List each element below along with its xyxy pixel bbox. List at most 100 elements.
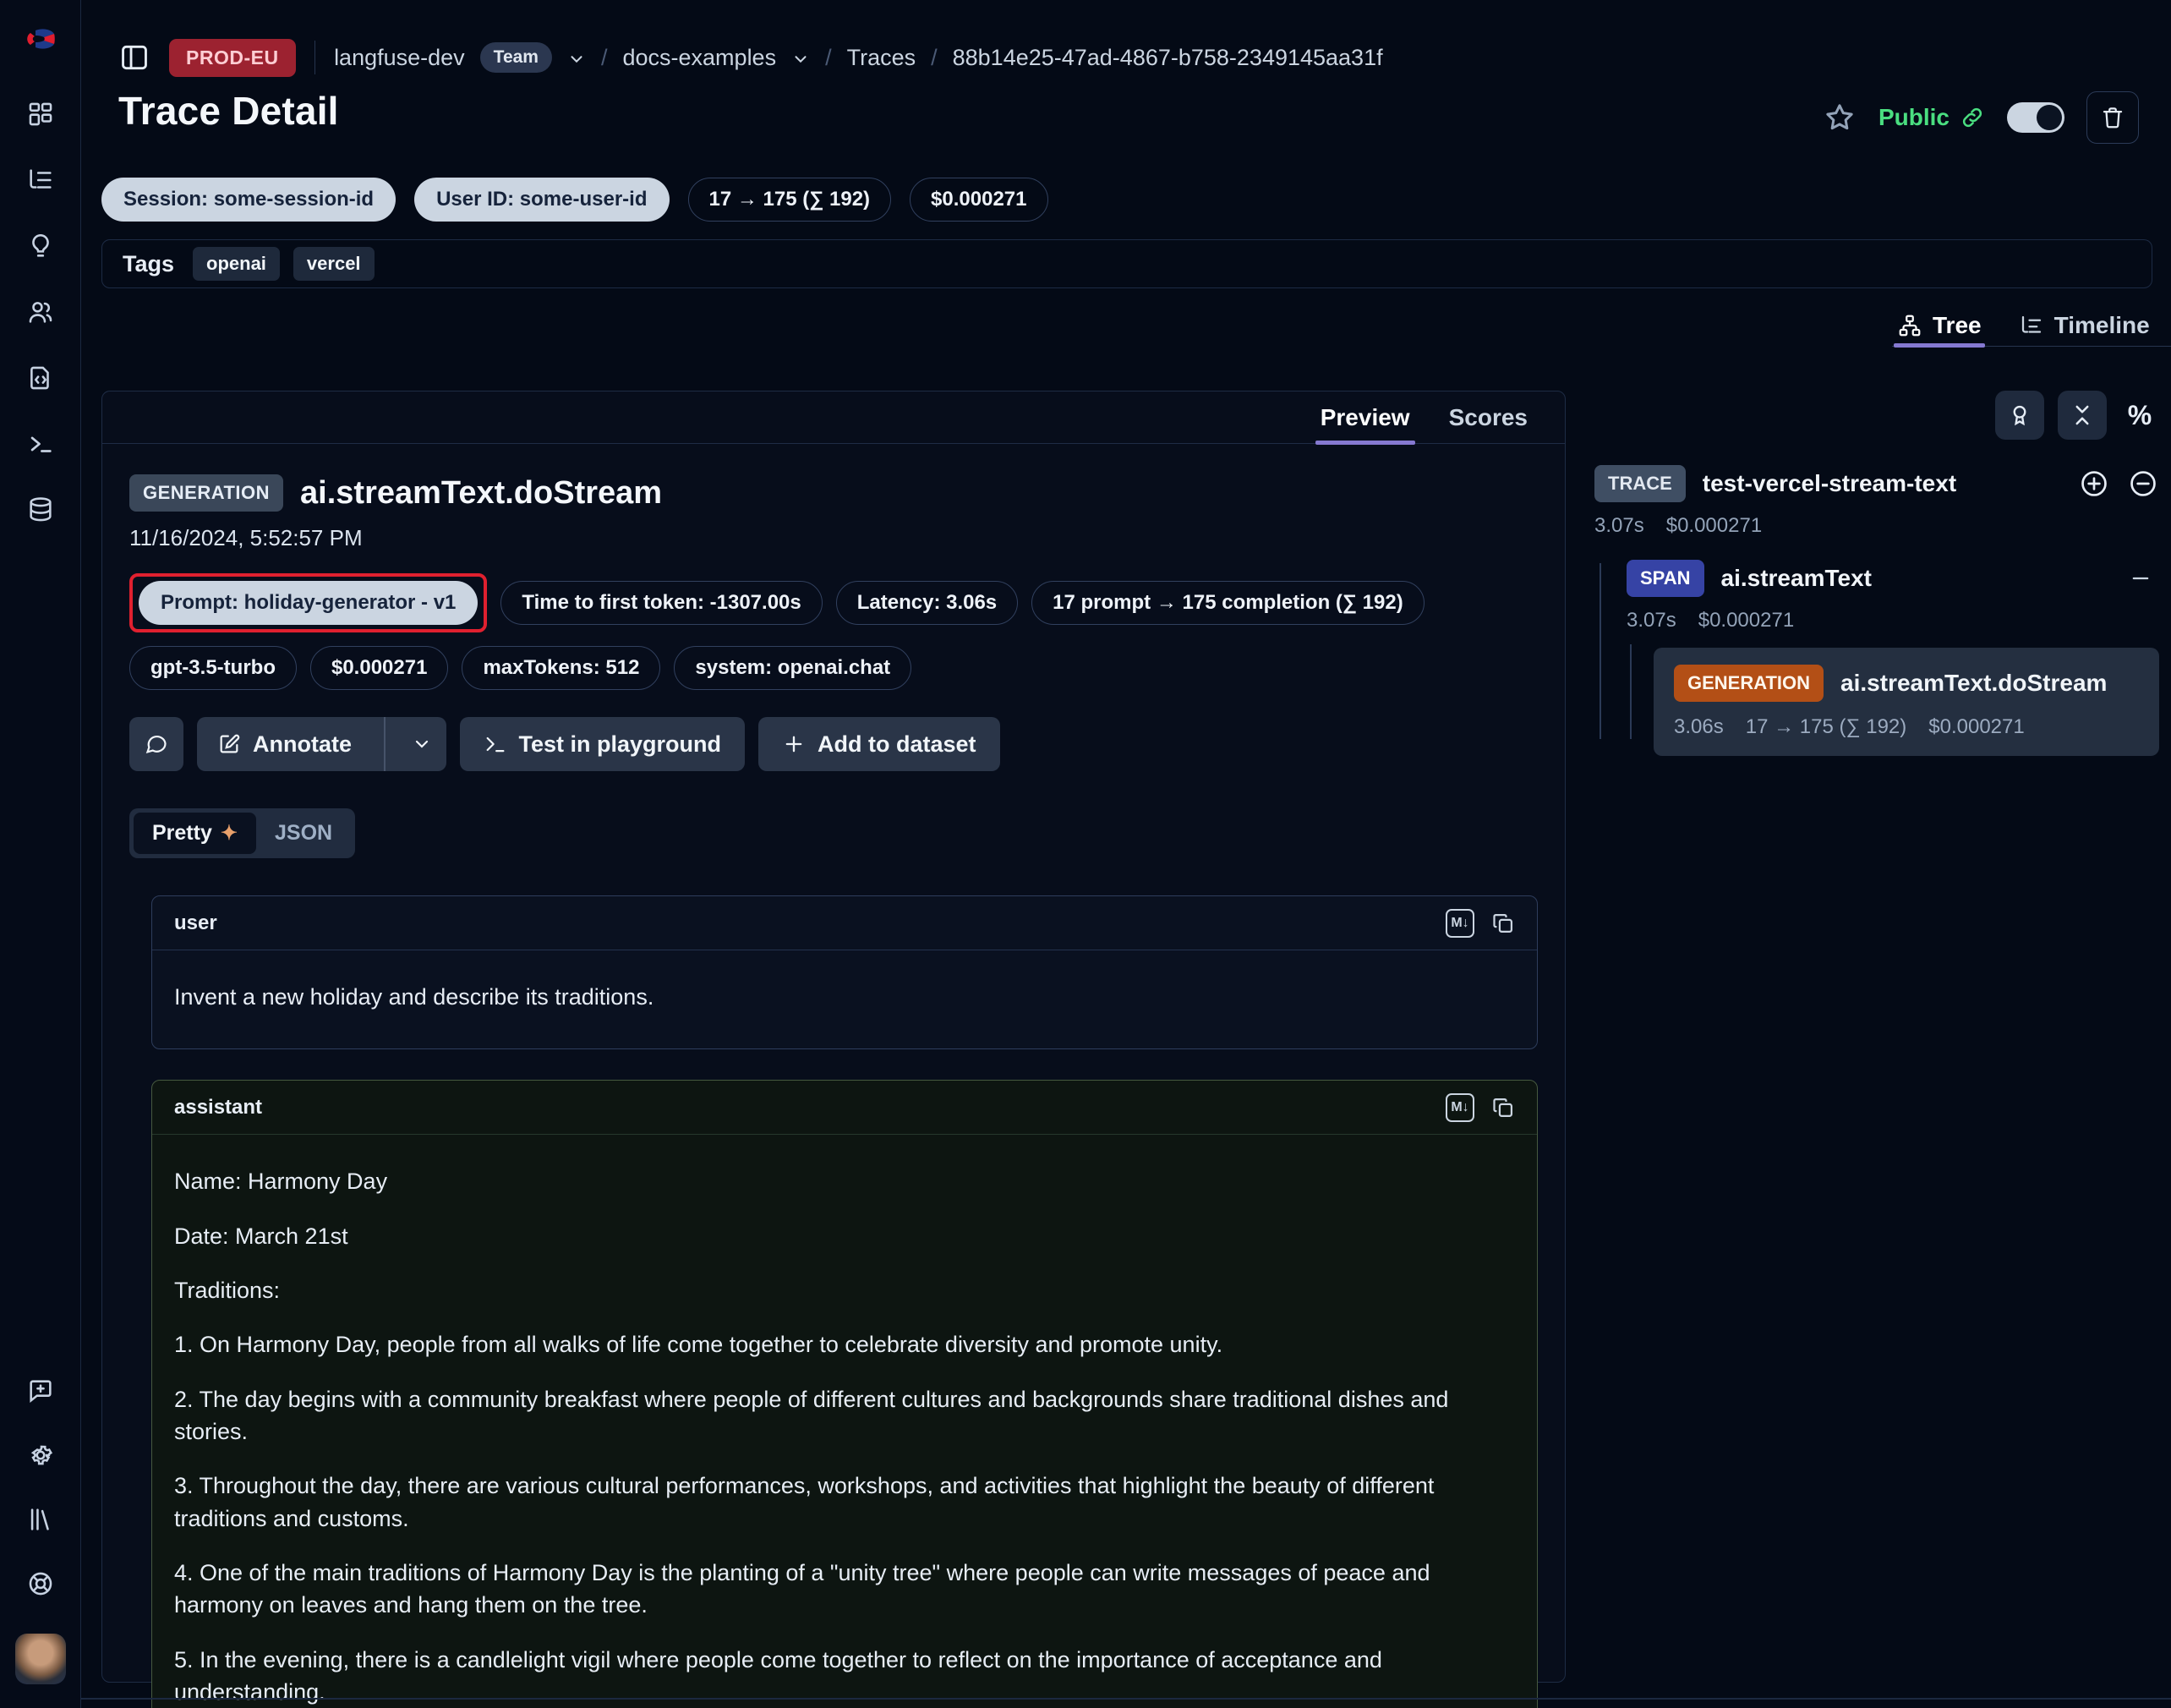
latency-badge: Latency: 3.06s: [836, 581, 1018, 625]
tab-timeline-label: Timeline: [2054, 312, 2150, 339]
annotate-dropdown[interactable]: [397, 717, 446, 771]
tags-label: Tags: [123, 251, 174, 277]
trace-latency: 3.07s: [1594, 514, 1644, 538]
chevron-down-icon[interactable]: [791, 48, 810, 67]
sidebar-toggle-icon[interactable]: [118, 41, 150, 74]
button-divider: [384, 717, 386, 771]
span-name: ai.streamText: [1721, 565, 1872, 592]
system-badge: system: openai.chat: [674, 646, 911, 690]
annotate-icon: [217, 732, 241, 756]
prompt-completion-tokens-badge: 17 prompt → 175 completion (∑ 192): [1031, 581, 1425, 625]
user-message-card: user M↓ Invent a new holiday and describ…: [151, 895, 1538, 1049]
span-type-badge: SPAN: [1627, 560, 1704, 597]
span-node[interactable]: SPAN ai.streamText: [1627, 560, 2159, 597]
tab-preview[interactable]: Preview: [1321, 391, 1410, 443]
markdown-toggle-icon[interactable]: M↓: [1446, 1093, 1474, 1122]
pretty-label: Pretty: [152, 821, 212, 846]
generation-tokens: 17 → 175 (∑ 192): [1746, 715, 1907, 739]
observation-name: ai.streamText.doStream: [300, 475, 662, 512]
tracing-icon[interactable]: [26, 166, 55, 194]
playground-icon[interactable]: [26, 430, 55, 458]
terminal-icon: [484, 732, 507, 756]
comment-button[interactable]: [129, 717, 183, 771]
percent-metrics-icon[interactable]: %: [2120, 391, 2159, 440]
public-toggle[interactable]: [2007, 102, 2064, 133]
view-mode-tabs: Tree Timeline: [1892, 304, 2171, 347]
observation-preview-card: Preview Scores GENERATION ai.streamText.…: [101, 391, 1566, 1683]
tab-timeline[interactable]: Timeline: [2019, 304, 2150, 346]
assistant-paragraph: Date: March 21st: [174, 1220, 1515, 1252]
library-icon[interactable]: [26, 1505, 55, 1534]
assistant-paragraph: Name: Harmony Day: [174, 1165, 1515, 1197]
breadcrumb-project[interactable]: docs-examples: [623, 45, 777, 71]
dashboard-icon[interactable]: [26, 100, 55, 129]
format-pretty[interactable]: Pretty ✦: [134, 813, 256, 854]
cost-badge: $0.000271: [910, 178, 1047, 222]
tag-vercel[interactable]: vercel: [293, 247, 375, 281]
trace-name[interactable]: test-vercel-stream-text: [1703, 470, 1956, 497]
sparkles-icon: ✦: [221, 821, 238, 846]
span-cost: $0.000271: [1698, 609, 1794, 632]
format-toggle: Pretty ✦ JSON: [129, 808, 355, 858]
assistant-paragraph: 2. The day begins with a community break…: [174, 1383, 1515, 1448]
lightbulb-icon[interactable]: [26, 232, 55, 260]
collapse-all-icon[interactable]: [2058, 391, 2107, 440]
token-usage-badge: 17 → 175 (∑ 192): [688, 178, 892, 222]
tags-bar: Tags openai vercel: [101, 239, 2152, 288]
collapse-span-icon[interactable]: [2129, 567, 2152, 590]
support-icon[interactable]: [26, 1569, 55, 1598]
generation-latency: 3.06s: [1674, 715, 1724, 739]
star-icon[interactable]: [1823, 101, 1857, 134]
environment-badge[interactable]: PROD-EU: [169, 39, 296, 77]
breadcrumb-divider: /: [825, 45, 832, 71]
session-badge[interactable]: Session: some-session-id: [101, 178, 396, 222]
breadcrumb-divider: /: [601, 45, 608, 71]
users-icon[interactable]: [26, 298, 55, 326]
breadcrumb-traces[interactable]: Traces: [847, 45, 916, 71]
expand-all-icon[interactable]: [2078, 468, 2110, 500]
add-to-dataset-button[interactable]: Add to dataset: [758, 717, 1000, 771]
public-share-link[interactable]: Public: [1878, 104, 1985, 131]
user-id-badge[interactable]: User ID: some-user-id: [414, 178, 669, 222]
annotate-queue-icon[interactable]: [1995, 391, 2044, 440]
user-message-content: Invent a new holiday and describe its tr…: [174, 981, 1515, 1013]
message-role: user: [174, 911, 217, 935]
format-json[interactable]: JSON: [256, 813, 351, 854]
feedback-icon[interactable]: [26, 1377, 55, 1405]
prompt-version-badge[interactable]: Prompt: holiday-generator - v1: [139, 581, 478, 625]
assistant-paragraph: 3. Throughout the day, there are various…: [174, 1470, 1515, 1535]
markdown-toggle-icon[interactable]: M↓: [1446, 909, 1474, 938]
copy-icon[interactable]: [1491, 911, 1515, 935]
public-label: Public: [1878, 104, 1950, 131]
generation-node-selected[interactable]: GENERATION ai.streamText.doStream 3.06s …: [1654, 648, 2159, 756]
message-role: assistant: [174, 1096, 262, 1120]
span-latency: 3.07s: [1627, 609, 1676, 632]
collapse-node-icon[interactable]: [2127, 468, 2159, 500]
annotate-label: Annotate: [253, 731, 352, 758]
trace-tree-panel: % TRACE test-vercel-stream-text 3.07s $0…: [1594, 391, 2159, 756]
test-in-playground-button[interactable]: Test in playground: [460, 717, 746, 771]
user-avatar[interactable]: [15, 1634, 66, 1684]
settings-icon[interactable]: [26, 1441, 55, 1470]
tab-tree[interactable]: Tree: [1897, 304, 1982, 346]
time-to-first-token-badge: Time to first token: -1307.00s: [500, 581, 822, 625]
breadcrumb-org[interactable]: langfuse-dev: [334, 45, 465, 71]
chevron-down-icon[interactable]: [567, 48, 586, 67]
tag-openai[interactable]: openai: [193, 247, 280, 281]
observation-type-badge: GENERATION: [129, 474, 283, 512]
assistant-paragraph: 1. On Harmony Day, people from all walks…: [174, 1328, 1515, 1360]
add-to-dataset-label: Add to dataset: [818, 731, 976, 758]
assistant-message-content: Name: Harmony Day Date: March 21st Tradi…: [152, 1135, 1537, 1708]
chevron-down-icon: [412, 734, 432, 754]
datasets-icon[interactable]: [26, 495, 55, 524]
max-tokens-badge: maxTokens: 512: [462, 646, 660, 690]
header-separator: [314, 41, 316, 74]
delete-trace-button[interactable]: [2086, 91, 2139, 144]
generation-name: ai.streamText.doStream: [1840, 670, 2107, 697]
prompts-icon[interactable]: [26, 364, 55, 392]
breadcrumb-trace-id[interactable]: 88b14e25-47ad-4867-b758-2349145aa31f: [953, 45, 1383, 71]
copy-icon[interactable]: [1491, 1096, 1515, 1120]
tab-scores[interactable]: Scores: [1449, 391, 1528, 443]
annotate-button[interactable]: Annotate: [197, 717, 446, 771]
tree-view-icon: [1897, 313, 1922, 338]
